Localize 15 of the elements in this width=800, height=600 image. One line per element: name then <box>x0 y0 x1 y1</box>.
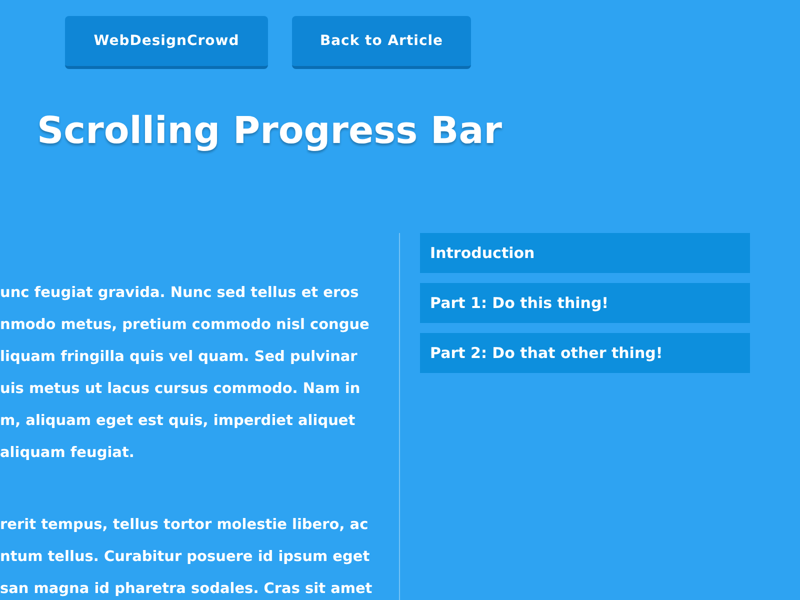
paragraph-line: nmodo metus, pretium commodo nisl congue <box>0 316 370 336</box>
paragraph-line: liquam fringilla quis vel quam. Sed pulvinar <box>0 348 358 368</box>
paragraph-line: m, aliquam eget est quis, imperdiet aliquet <box>0 412 356 432</box>
section-link[interactable]: Part 2: Do that other thing! <box>420 333 750 374</box>
page-title: Scrolling Progress Bar <box>37 109 503 154</box>
paragraph-line: san magna id pharetra sodales. Cras sit amet <box>0 580 372 600</box>
section-link[interactable]: Introduction <box>420 233 750 274</box>
paragraph-line: uis metus ut lacus cursus commodo. Nam in <box>0 380 360 400</box>
paragraph-line: rerit tempus, tellus tortor molestie libero, ac <box>0 516 368 536</box>
nav-button[interactable]: WebDesignCrowd <box>65 16 268 69</box>
section-link[interactable]: Part 1: Do this thing! <box>420 283 750 324</box>
paragraph-line: unc feugiat gravida. Nunc sed tellus et eros <box>0 284 359 304</box>
nav-button[interactable]: Back to Article <box>292 16 471 69</box>
paragraph-line: ntum tellus. Curabitur posuere id ipsum eget <box>0 548 370 568</box>
paragraph-line: aliquam feugiat. <box>0 444 134 464</box>
